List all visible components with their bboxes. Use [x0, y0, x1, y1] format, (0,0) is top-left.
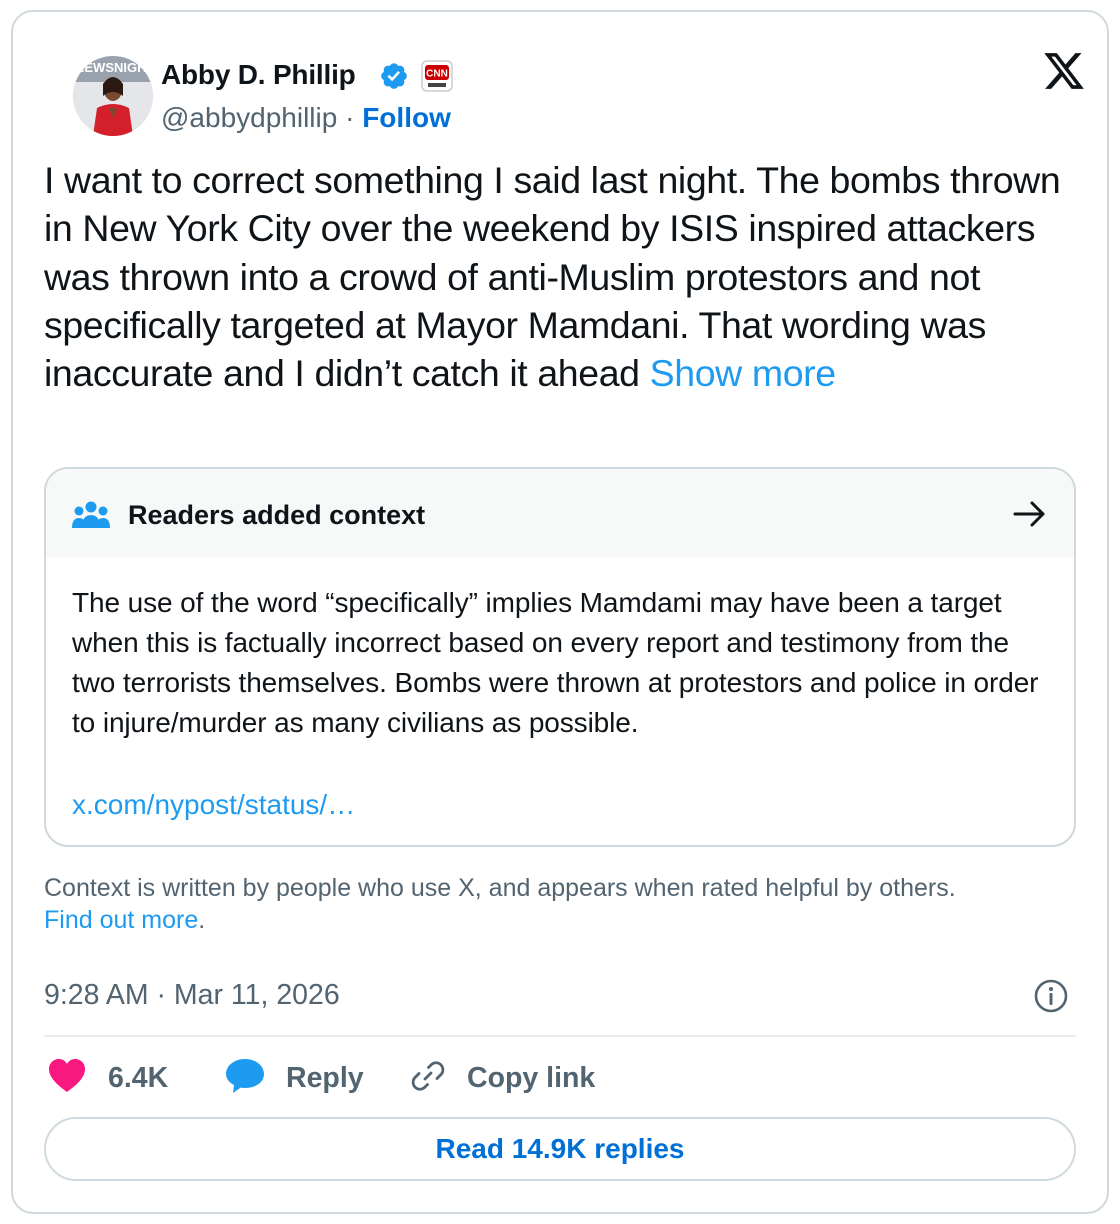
show-more-link[interactable]: Show more [650, 352, 836, 394]
like-button[interactable]: 6.4K [48, 1058, 188, 1098]
community-note-header[interactable]: Readers added context [46, 469, 1074, 557]
author-handle[interactable]: @abbydphillip [161, 102, 337, 133]
copy-link-label: Copy link [467, 1062, 596, 1094]
reply-label: Reply [286, 1062, 364, 1094]
timestamp[interactable]: 9:28 AM · Mar 11, 2026 [44, 976, 340, 1014]
author-name[interactable]: Abby D. Phillip [161, 56, 356, 94]
people-icon [72, 501, 110, 528]
avatar-overlay-text: NEWSNIGHT [75, 60, 153, 75]
follow-button[interactable]: Follow [362, 102, 451, 133]
divider [44, 1035, 1076, 1037]
reply-bubble-icon [226, 1059, 264, 1093]
link-icon [411, 1061, 445, 1091]
avatar-image: NEWSNIGHT [73, 56, 153, 136]
like-count: 6.4K [108, 1062, 169, 1094]
community-note: Readers added context The use of the wor… [44, 467, 1076, 847]
arrow-right-icon[interactable] [1012, 499, 1048, 529]
community-note-link[interactable]: x.com/nypost/status/… [72, 785, 355, 825]
reply-button[interactable]: Reply [225, 1058, 375, 1098]
context-info: Context is written by people who use X, … [44, 872, 1084, 936]
verified-badge-icon [381, 63, 407, 89]
read-replies-button[interactable]: Read 14.9K replies [44, 1117, 1076, 1181]
copy-link-button[interactable]: Copy link [410, 1058, 610, 1098]
handle-row: @abbydphillip · Follow [161, 100, 451, 136]
community-note-body: The use of the word “specifically” impli… [72, 587, 1039, 738]
find-out-more-link[interactable]: Find out more [44, 906, 198, 934]
context-info-text: Context is written by people who use X, … [44, 874, 956, 902]
tweet-body: I want to correct something I said last … [44, 159, 1061, 395]
avatar[interactable]: NEWSNIGHT [73, 56, 153, 136]
heart-icon [49, 1059, 85, 1092]
tweet-text: I want to correct something I said last … [44, 156, 1084, 397]
info-icon[interactable] [1033, 978, 1069, 1014]
context-info-suffix: . [198, 906, 206, 934]
x-logo-icon[interactable] [1041, 49, 1087, 93]
community-note-title: Readers added context [128, 500, 426, 530]
cnn-affiliate-icon[interactable]: CNN [421, 60, 453, 92]
separator: · [345, 102, 355, 133]
affiliation-badge-text: CNN [426, 69, 448, 80]
